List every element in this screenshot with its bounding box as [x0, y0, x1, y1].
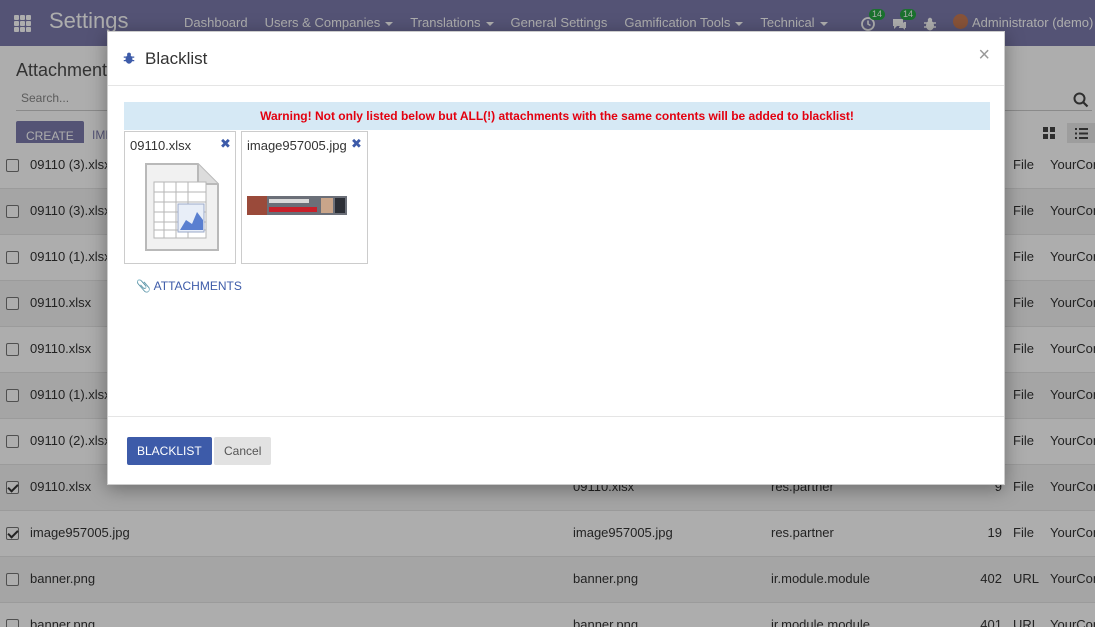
- close-icon[interactable]: ×: [978, 45, 990, 65]
- dialog-header: Blacklist ×: [108, 32, 1004, 86]
- paperclip-icon: 📎: [136, 279, 151, 293]
- remove-icon[interactable]: ✖: [220, 136, 231, 152]
- image-thumbnail: [247, 196, 347, 215]
- attachment-card[interactable]: 09110.xlsx ✖: [124, 131, 236, 264]
- dialog-footer: BLACKLIST Cancel: [108, 416, 1004, 484]
- warning-message: Warning! Not only listed below but ALL(!…: [124, 102, 990, 130]
- spreadsheet-file-icon: [145, 163, 219, 251]
- dialog-title: Blacklist: [145, 49, 208, 68]
- attachment-name: image957005.jpg: [247, 138, 347, 153]
- blacklist-button[interactable]: BLACKLIST: [127, 437, 212, 465]
- bug-icon: [123, 52, 135, 64]
- attachment-card[interactable]: image957005.jpg ✖: [241, 131, 368, 264]
- remove-icon[interactable]: ✖: [351, 136, 362, 152]
- attachments-link[interactable]: 📎 ATTACHMENTS: [136, 279, 242, 293]
- blacklist-dialog: Blacklist × Warning! Not only listed bel…: [107, 31, 1005, 485]
- cancel-button[interactable]: Cancel: [214, 437, 272, 465]
- attachment-name: 09110.xlsx: [130, 138, 192, 153]
- dialog-body: Warning! Not only listed below but ALL(!…: [108, 86, 1004, 417]
